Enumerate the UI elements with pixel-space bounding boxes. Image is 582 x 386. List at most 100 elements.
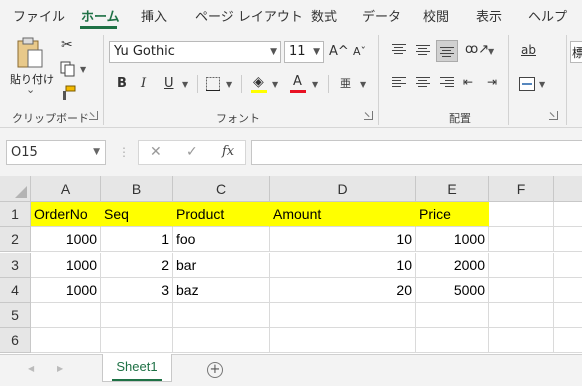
row-header[interactable]: 4 [0,278,31,303]
cell[interactable] [554,303,582,328]
cell[interactable] [554,253,582,278]
cut-icon[interactable]: ✂ [61,37,73,53]
cell[interactable]: Amount [270,202,416,227]
column-header[interactable]: F [489,176,554,202]
cell[interactable] [554,227,582,252]
cell[interactable]: baz [173,278,270,303]
cell[interactable] [270,328,416,353]
paste-dropdown[interactable]: ⌄ [26,83,35,96]
cell[interactable]: 1000 [31,253,101,278]
cell[interactable] [489,227,554,252]
cell[interactable] [489,328,554,353]
cell[interactable] [31,328,101,353]
copy-dropdown-icon[interactable]: ▼ [80,65,86,74]
font-launcher-icon[interactable] [364,111,373,120]
cell[interactable]: 1000 [31,227,101,252]
cell[interactable] [554,328,582,353]
prev-sheet-icon[interactable]: ◀ [28,364,34,373]
tab-review[interactable]: 校閲 [423,6,449,25]
increase-font-size-button[interactable]: A^ [329,44,349,60]
cell[interactable] [554,202,582,227]
name-box[interactable]: O15 ▼ [6,140,106,165]
font-size-combo[interactable]: 11 ▼ [284,41,324,63]
next-sheet-icon[interactable]: ▶ [57,364,63,373]
wrap-text-button[interactable]: ab [521,42,536,58]
alignment-launcher-icon[interactable] [549,111,558,120]
cell[interactable]: 20 [270,278,416,303]
row-header[interactable]: 1 [0,202,31,227]
phonetic-button[interactable]: 亜 [340,76,351,92]
column-header[interactable]: C [173,176,270,202]
orientation-icon[interactable]: ꝏ↗ [465,42,489,58]
decrease-font-size-button[interactable]: Aˇ [353,44,366,60]
cell[interactable] [173,303,270,328]
tab-file[interactable]: ファイル [13,6,65,25]
tab-view[interactable]: 表示 [476,6,502,25]
font-color-dropdown-icon[interactable]: ▼ [312,80,318,89]
formula-input[interactable] [251,140,582,165]
cell[interactable]: 10 [270,253,416,278]
copy-icon[interactable] [60,61,76,77]
tab-page-layout[interactable]: ページ レイアウト [195,6,303,25]
sheet-tab-sheet1[interactable]: Sheet1 [102,354,172,382]
fill-color-dropdown-icon[interactable]: ▼ [272,80,278,89]
formula-bar-grip-icon[interactable]: ⋮ [118,145,130,159]
column-header[interactable]: E [416,176,489,202]
cell[interactable]: 2 [101,253,173,278]
cell[interactable] [489,278,554,303]
align-center-icon[interactable] [416,77,430,89]
font-name-combo[interactable]: Yu Gothic ▼ [109,41,281,63]
cell[interactable]: foo [173,227,270,252]
align-left-icon[interactable] [392,77,406,89]
cell[interactable] [101,328,173,353]
phonetic-dropdown-icon[interactable]: ▼ [360,80,366,89]
cell[interactable]: 10 [270,227,416,252]
column-header[interactable]: B [101,176,173,202]
cell[interactable] [554,278,582,303]
align-right-icon[interactable] [440,77,454,89]
clipboard-launcher-icon[interactable] [89,111,98,120]
merge-center-icon[interactable] [519,77,535,91]
tab-home[interactable]: ホーム [81,6,120,25]
font-color-button[interactable]: A [293,74,302,90]
cell[interactable] [416,303,489,328]
insert-function-button[interactable]: fx [222,144,234,159]
tab-help[interactable]: ヘルプ [528,6,567,25]
merge-dropdown-icon[interactable]: ▼ [539,80,545,89]
cell[interactable] [31,303,101,328]
row-header[interactable]: 6 [0,328,31,353]
cell[interactable]: Seq [101,202,173,227]
cell[interactable]: OrderNo [31,202,101,227]
increase-indent-icon[interactable]: ⇥ [487,74,497,90]
align-top-icon[interactable] [392,44,406,56]
cancel-formula-button[interactable]: ✕ [150,144,162,160]
decrease-indent-icon[interactable]: ⇤ [463,74,473,90]
column-header[interactable]: A [31,176,101,202]
tab-data[interactable]: データ [362,6,401,25]
number-format-combo[interactable]: 標 [570,41,582,63]
row-header[interactable]: 5 [0,303,31,328]
italic-button[interactable]: I [141,76,146,92]
cell[interactable]: 1000 [416,227,489,252]
align-bottom-button[interactable] [436,40,458,62]
paste-button[interactable]: 貼り付け ⌄ [6,35,54,103]
borders-dropdown-icon[interactable]: ▼ [226,80,232,89]
select-all-corner[interactable] [0,176,31,202]
cell[interactable]: 1 [101,227,173,252]
cell[interactable]: 2000 [416,253,489,278]
cell[interactable] [270,303,416,328]
cell[interactable] [489,253,554,278]
add-sheet-button[interactable]: + [207,362,223,378]
cell[interactable] [416,328,489,353]
row-header[interactable]: 2 [0,227,31,252]
tab-formulas[interactable]: 数式 [311,6,337,25]
fill-color-icon[interactable]: ◈ [253,74,264,90]
row-header[interactable]: 3 [0,253,31,278]
format-painter-icon[interactable] [60,85,76,101]
cell[interactable]: 1000 [31,278,101,303]
orientation-dropdown-icon[interactable]: ▼ [488,47,494,56]
underline-dropdown-icon[interactable]: ▼ [182,80,188,89]
cell[interactable]: Price [416,202,489,227]
cell[interactable] [173,328,270,353]
cell[interactable]: Product [173,202,270,227]
